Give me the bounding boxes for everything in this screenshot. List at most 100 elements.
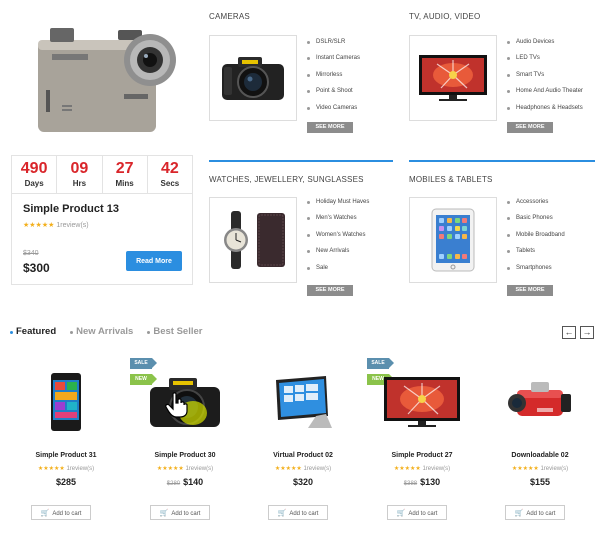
category-mobiles-tablets: MOBILES & TABLETS Accessories Basic Phon… xyxy=(409,175,595,300)
category-watches-list: Holiday Must Haves Men's Watches Women's… xyxy=(307,194,369,276)
product-card: SALE NEW Simple Product 27 ★★★★★ 1review… xyxy=(363,354,481,524)
add-to-cart-label: Add to cart xyxy=(171,510,201,517)
prev-arrow-button[interactable]: ← xyxy=(562,326,576,339)
star-icons: ★★★★★ xyxy=(37,466,65,472)
add-to-cart-button[interactable]: 🛒 Add to cart xyxy=(268,505,328,520)
category-link[interactable]: Headphones & Headsets xyxy=(507,100,583,116)
category-link[interactable]: Accessories xyxy=(507,194,565,210)
countdown-mins-label: Mins xyxy=(115,179,134,188)
product-price-row: $388 $130 xyxy=(363,477,481,487)
tab-best-seller[interactable]: Best Seller xyxy=(147,326,202,337)
next-arrow-button[interactable]: → xyxy=(580,326,594,339)
category-tv-audio-video: TV, AUDIO, VIDEO Audio Devices LED TVs S… xyxy=(409,12,595,137)
category-title[interactable]: MOBILES & TABLETS xyxy=(409,175,595,184)
product-rating: ★★★★★ 1review(s) xyxy=(481,465,599,472)
deal-review-count: 1review(s) xyxy=(56,222,89,229)
deal-price: $300 xyxy=(23,261,50,275)
category-title[interactable]: TV, AUDIO, VIDEO xyxy=(409,12,595,21)
product-price-row: $320 xyxy=(244,477,362,487)
category-cameras: CAMERAS DSLR/SLR Instant Cameras Mirrorl… xyxy=(209,12,395,137)
countdown-days-value: 490 xyxy=(20,160,48,177)
watch-wallet-image[interactable] xyxy=(209,197,297,283)
product-name[interactable]: Simple Product 27 xyxy=(363,452,481,459)
tab-featured[interactable]: Featured xyxy=(10,326,56,337)
product-rating: ★★★★★ 1review(s) xyxy=(7,465,125,472)
category-link[interactable]: Point & Shoot xyxy=(307,83,360,99)
category-link[interactable]: New Arrivals xyxy=(307,243,369,259)
category-link[interactable]: Women's Watches xyxy=(307,227,369,243)
cart-icon: 🛒 xyxy=(514,509,524,517)
product-price-row: $285 xyxy=(7,477,125,487)
product-price-row: $280 $140 xyxy=(126,477,244,487)
category-title[interactable]: WATCHES, JEWELLERY, SUNGLASSES xyxy=(209,175,395,184)
product-price: $320 xyxy=(292,477,314,487)
add-to-cart-label: Add to cart xyxy=(289,510,319,517)
deal-card: 490 Days 09 Hrs 27 Mins 42 Secs Simple P… xyxy=(11,155,193,285)
category-link[interactable]: Audio Devices xyxy=(507,34,583,50)
review-count: 1review(s) xyxy=(66,466,95,472)
camcorder-image[interactable] xyxy=(481,364,599,440)
category-link[interactable]: Instant Cameras xyxy=(307,50,360,66)
cart-icon: 🛒 xyxy=(40,509,50,517)
see-more-button[interactable]: SEE MORE xyxy=(507,122,553,133)
cart-icon: 🛒 xyxy=(277,509,287,517)
countdown-days-label: Days xyxy=(24,179,44,188)
category-link[interactable]: Home And Audio Theater xyxy=(507,83,583,99)
see-more-button[interactable]: SEE MORE xyxy=(307,122,353,133)
category-tv-list: Audio Devices LED TVs Smart TVs Home And… xyxy=(507,34,583,116)
smartphone-image[interactable] xyxy=(7,364,125,440)
tab-new-arrivals[interactable]: New Arrivals xyxy=(70,326,133,337)
category-link[interactable]: Mirrorless xyxy=(307,67,360,83)
countdown-hours-value: 09 xyxy=(70,160,89,177)
see-more-button[interactable]: SEE MORE xyxy=(507,285,553,296)
tablet-image[interactable] xyxy=(409,197,497,283)
add-to-cart-button[interactable]: 🛒 Add to cart xyxy=(31,505,91,520)
category-link[interactable]: Mobile Broadband xyxy=(507,227,565,243)
add-to-cart-button[interactable]: 🛒 Add to cart xyxy=(505,505,565,520)
add-to-cart-label: Add to cart xyxy=(52,510,82,517)
read-more-button[interactable]: Read More xyxy=(126,251,182,271)
dashcam-image[interactable] xyxy=(32,18,184,136)
product-name[interactable]: Downloadable 02 xyxy=(481,452,599,459)
category-link[interactable]: DSLR/SLR xyxy=(307,34,360,50)
add-to-cart-button[interactable]: 🛒 Add to cart xyxy=(150,505,210,520)
old-price: $280 xyxy=(166,481,181,487)
deal-product-name[interactable]: Simple Product 13 xyxy=(23,203,119,215)
review-count: 1review(s) xyxy=(422,466,451,472)
star-icons: ★★★★★ xyxy=(156,466,184,472)
category-title[interactable]: CAMERAS xyxy=(209,12,395,21)
cart-icon: 🛒 xyxy=(396,509,406,517)
dslr-camera-image[interactable] xyxy=(209,35,297,121)
category-link[interactable]: Smartphones xyxy=(507,260,565,276)
category-link[interactable]: Tablets xyxy=(507,243,565,259)
review-count: 1review(s) xyxy=(303,466,332,472)
category-link[interactable]: Holiday Must Haves xyxy=(307,194,369,210)
see-more-button[interactable]: SEE MORE xyxy=(307,285,353,296)
product-card: Virtual Product 02 ★★★★★ 1review(s) $320… xyxy=(244,354,362,524)
star-icons: ★★★★★ xyxy=(274,466,302,472)
countdown-mins-value: 27 xyxy=(115,160,134,177)
category-link[interactable]: Video Cameras xyxy=(307,100,360,116)
product-price: $155 xyxy=(529,477,551,487)
tv-image[interactable] xyxy=(409,35,497,121)
category-link[interactable]: Sale xyxy=(307,260,369,276)
category-link[interactable]: Basic Phones xyxy=(507,210,565,226)
star-icons: ★★★★★ xyxy=(393,466,421,472)
category-link[interactable]: Smart TVs xyxy=(507,67,583,83)
countdown-mins: 27 Mins xyxy=(103,156,148,193)
category-link[interactable]: Men's Watches xyxy=(307,210,369,226)
tablet-stand-image[interactable] xyxy=(244,364,362,440)
product-name[interactable]: Simple Product 30 xyxy=(126,452,244,459)
countdown-secs-label: Secs xyxy=(160,179,180,188)
category-watches: WATCHES, JEWELLERY, SUNGLASSES Holiday M… xyxy=(209,175,395,300)
category-link[interactable]: LED TVs xyxy=(507,50,583,66)
product-name[interactable]: Virtual Product 02 xyxy=(244,452,362,459)
product-price: $140 xyxy=(183,477,204,487)
section-divider xyxy=(409,160,595,162)
product-name[interactable]: Simple Product 31 xyxy=(7,452,125,459)
product-rating: ★★★★★ 1review(s) xyxy=(244,465,362,472)
product-card: Downloadable 02 ★★★★★ 1review(s) $155 🛒 A… xyxy=(481,354,599,524)
countdown-secs: 42 Secs xyxy=(148,156,192,193)
tv-image[interactable] xyxy=(363,364,481,440)
add-to-cart-button[interactable]: 🛒 Add to cart xyxy=(387,505,447,520)
